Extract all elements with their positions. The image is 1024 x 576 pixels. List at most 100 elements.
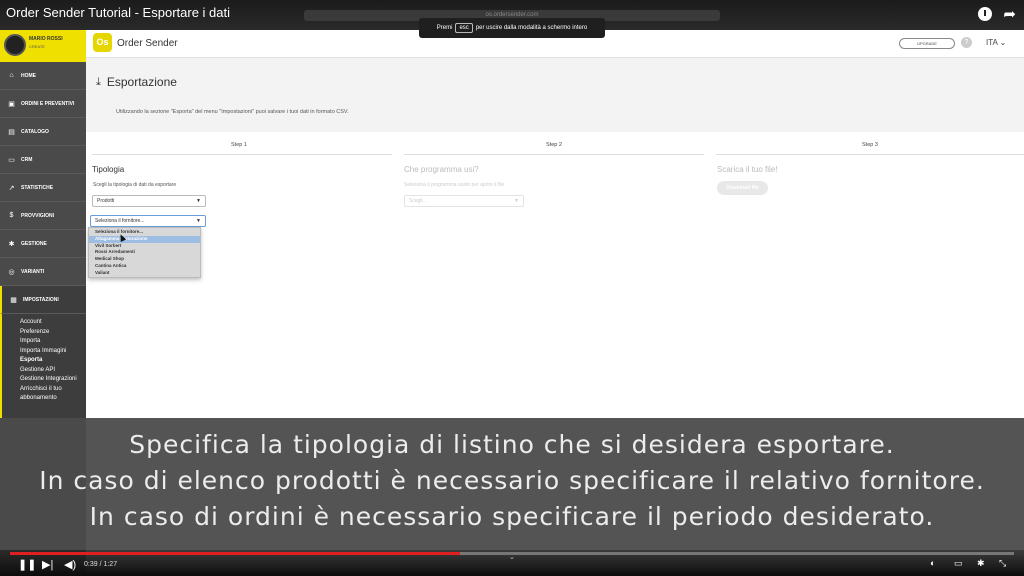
step-2-head: Step 2 [546,142,562,148]
step-2-title: Che programma usi? [404,165,479,174]
program-select[interactable]: Scegli... ▼ [404,195,524,207]
step-3-title: Scarica il tuo file! [717,165,778,174]
step-1-head: Step 1 [231,142,247,148]
sidebar-item-management[interactable]: ✱ GESTIONE [0,230,86,258]
dropdown-option[interactable]: Altagamma Ristorazione [89,235,200,243]
catalog-icon: ▤ [8,128,15,136]
watch-later-icon[interactable] [978,7,992,21]
settings-gear-icon[interactable]: ✱ [977,558,985,569]
volume-icon[interactable]: ◀) [64,558,76,571]
submenu-item-integrations[interactable]: Gestione Integrazioni [20,375,86,385]
submenu-item-export[interactable]: Esporta [20,356,86,366]
sidebar-item-orders[interactable]: ▣ ORDINI E PREVENTIVI [0,90,86,118]
video-frame: Order Sender Tutorial - Esportare i dati… [0,0,1024,576]
user-role: CREATE [29,44,45,49]
sidebar-item-crm[interactable]: ▭ CRM [0,146,86,174]
supplier-select-value: Seleziona il fornitore... [95,218,145,224]
step-3-head: Step 3 [862,142,878,148]
logo-mark[interactable]: Os [93,33,112,52]
step-1-desc: Scegli la tipologia di dati da esportare [93,182,177,188]
sidebar-item-statistics[interactable]: ↗ STATISTICHE [0,174,86,202]
sidebar-item-label: STATISTICHE [21,184,54,191]
gear-icon: ✱ [8,240,15,248]
submenu-item-api[interactable]: Gestione API [20,366,86,376]
sidebar-item-label: CATALOGO [21,128,49,135]
program-select-value: Scegli... [409,198,427,204]
variants-icon: ◎ [8,268,15,276]
dollar-icon: $ [9,212,14,219]
player-controls: ⌄ ❚❚ ▶| ◀) 0:39 / 1:27 ◐ ▭ ✱ ⤡ [0,550,1024,576]
dropdown-option[interactable]: Seleziona il fornitore... [89,229,200,236]
divider [716,154,1024,155]
sidebar-item-label: VARIANTI [21,268,45,275]
subtitle-line: Specifica la tipologia di listino che si… [129,430,895,459]
step-1-title: Tipologia [92,165,125,174]
sidebar-item-variants[interactable]: ◎ VARIANTI [0,258,86,286]
page-title-text: Esportazione [106,75,177,89]
download-file-button[interactable]: Download file [717,181,768,195]
autoplay-toggle-icon[interactable]: ◐ [930,558,935,568]
user-box[interactable]: MARIO ROSSI CREATE [0,30,86,62]
esc-key: esc [455,23,473,33]
sidebar-item-catalog[interactable]: ▤ CATALOGO [0,118,86,146]
logo-text[interactable]: Order Sender [117,38,178,49]
submenu-item-upgrade-line1[interactable]: Arricchisci il tuo [20,385,86,395]
submenu-item-account[interactable]: Account [20,318,86,328]
dropdown-option[interactable]: Medical Shop [89,256,200,263]
language-label: ITA [986,38,998,47]
dropdown-option[interactable]: Valiant [89,270,200,277]
submenu-item-upgrade-line2[interactable]: abbonamento [20,394,86,404]
submenu-item-preferences[interactable]: Preferenze [20,328,86,338]
avatar[interactable] [4,34,26,56]
steps-panel [86,132,1024,418]
upgrade-button[interactable]: UPGRADE [899,38,955,49]
settings-submenu: Account Preferenze Importa Importa Immag… [0,314,86,434]
subtitles-icon[interactable]: ▭ [954,558,963,569]
download-icon: ⤓ [96,75,101,88]
help-icon[interactable]: ? [961,37,972,48]
sidebar-item-home[interactable]: ⌂ HOME [0,62,86,90]
time-display: 0:39 / 1:27 [84,561,118,568]
crm-icon: ▭ [8,156,15,164]
submenu-item-import[interactable]: Importa [20,337,86,347]
subtitle-line: In caso di ordini è necessario specifica… [89,502,935,531]
page-title: ⤓ Esportazione [96,75,177,89]
toast-prefix: Premi [436,25,453,31]
toast-suffix: per uscire dalla modalità a schermo inte… [475,25,588,31]
intro-text: Utilizzando la sezione "Esporta" del men… [116,109,349,115]
subtitle-line: In caso di elenco prodotti è necessario … [39,466,985,495]
share-icon[interactable]: ➦ [1003,5,1016,23]
duration: 1:27 [103,561,118,568]
sidebar-item-label: CRM [21,156,33,163]
home-icon: ⌂ [9,72,14,79]
dropdown-option[interactable]: Vivil Sorbert [89,243,200,250]
main-content: ⤓ Esportazione Utilizzando la sezione "E… [86,58,1024,418]
progress-bar[interactable] [10,552,1014,555]
sidebar-item-label: PROVVIGIONI [21,212,55,219]
dropdown-option[interactable]: Cantina Antica [89,263,200,270]
video-title[interactable]: Order Sender Tutorial - Esportare i dati [6,5,230,20]
sidebar-item-commissions[interactable]: $ PROVVIGIONI [0,202,86,230]
next-icon[interactable]: ▶| [42,558,53,571]
fullscreen-exit-icon[interactable]: ⤡ [999,558,1006,569]
current-time: 0:39 [84,561,98,568]
progress-fill [10,552,460,555]
divider [404,154,704,155]
chart-icon: ↗ [8,184,15,192]
type-select[interactable]: Prodotti ▼ [92,195,206,207]
pause-icon[interactable]: ❚❚ [18,558,36,571]
sidebar-item-label: IMPOSTAZIONI [23,296,59,303]
dropdown-option[interactable]: Rossi Arredamenti [89,249,200,256]
caret-down-icon: ▼ [196,218,201,224]
supplier-select[interactable]: Seleziona il fornitore... ▼ [90,215,206,227]
sidebar-item-label: ORDINI E PREVENTIVI [21,100,75,107]
submenu-item-import-images[interactable]: Importa Immagini [20,347,86,357]
language-selector[interactable]: ITA ⌄ [986,38,1006,47]
settings-icon: ▦ [10,296,17,304]
fullscreen-toast: Premi esc per uscire dalla modalità a sc… [419,18,605,38]
caret-down-icon: ▼ [514,198,519,204]
cart-icon: ▣ [8,100,15,108]
sidebar-item-settings[interactable]: ▦ IMPOSTAZIONI [0,286,86,314]
caret-down-icon: ▼ [196,198,201,204]
type-select-value: Prodotti [97,198,115,204]
